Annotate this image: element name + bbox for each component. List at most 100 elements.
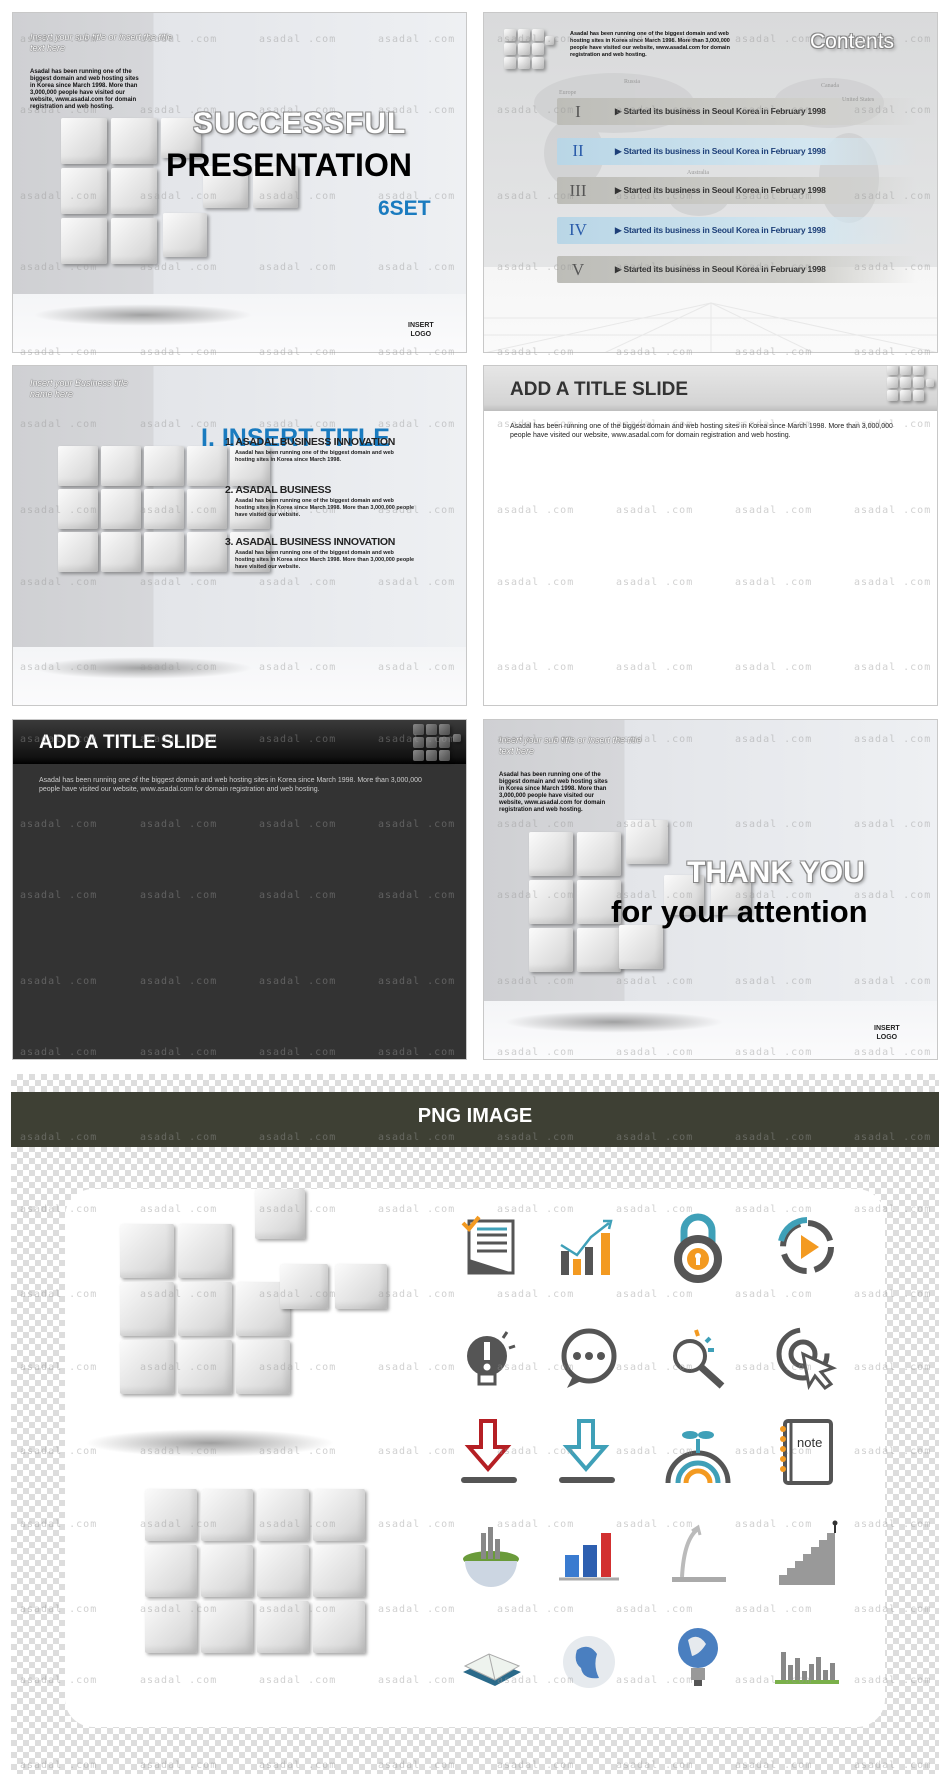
cube xyxy=(426,737,437,748)
cube xyxy=(257,1545,309,1597)
city-skyline-icon xyxy=(771,1622,843,1694)
cube xyxy=(504,29,516,41)
cube xyxy=(111,218,157,264)
slide-section[interactable]: Insert your Business title name here I. … xyxy=(12,365,467,706)
item-text: ▶ Started its business in Seoul Korea in… xyxy=(615,264,826,274)
padlock-icon xyxy=(662,1211,734,1283)
notebook-icon: note xyxy=(771,1417,843,1489)
slide-thank-you[interactable]: Insert your sub title or insert the titl… xyxy=(483,719,938,1060)
cube xyxy=(439,724,450,735)
cube xyxy=(900,366,911,375)
cube xyxy=(280,1264,328,1309)
cube xyxy=(413,724,424,735)
cube xyxy=(257,1489,309,1541)
section-item-heading: 3. ASADAL BUSINESS INNOVATION xyxy=(225,536,396,548)
city-globe-icon xyxy=(455,1519,527,1591)
map-label: Russia xyxy=(624,79,641,85)
insert-logo: INSERT LOGO xyxy=(874,1024,900,1042)
cube xyxy=(887,377,898,388)
cube xyxy=(518,29,530,41)
png-panel: note xyxy=(65,1189,885,1727)
note-label: note xyxy=(797,1435,823,1450)
cube xyxy=(145,1601,197,1653)
slide-content-light[interactable]: ADD A TITLE SLIDE Asadal has been runnin… xyxy=(483,365,938,706)
cube xyxy=(61,218,107,264)
cube xyxy=(101,489,141,529)
logo-line2: LOGO xyxy=(876,1034,898,1041)
cube xyxy=(61,118,107,164)
cube xyxy=(426,724,437,735)
3d-bar-chart-icon xyxy=(553,1519,625,1591)
cube xyxy=(504,57,516,69)
cube xyxy=(187,532,227,572)
cube xyxy=(120,1282,174,1336)
cube xyxy=(187,489,227,529)
cube xyxy=(120,1224,174,1278)
slide-paragraph: Asadal has been running one of the bigge… xyxy=(510,423,893,439)
cube xyxy=(58,489,98,529)
cube xyxy=(453,734,461,742)
section-item-heading: 2. ASADAL BUSINESS xyxy=(225,484,332,496)
cube xyxy=(201,1601,253,1653)
slide-subtitle: Insert your sub title or insert the titl… xyxy=(30,32,173,53)
contents-item[interactable]: II ▶ Started its business in Seoul Korea … xyxy=(557,137,917,165)
cube xyxy=(144,446,184,486)
slide-contents[interactable]: Asadal has been running one of the bigge… xyxy=(483,12,938,353)
cube xyxy=(900,390,911,401)
cube xyxy=(900,377,911,388)
cube xyxy=(58,446,98,486)
item-numeral: IV xyxy=(569,220,587,239)
cube xyxy=(145,1545,197,1597)
floor-shadow xyxy=(13,294,466,352)
staircase-icon xyxy=(771,1519,843,1591)
title-line1: THANK YOU xyxy=(687,856,865,889)
title-line1: SUCCESSFUL xyxy=(193,107,407,140)
cube xyxy=(163,213,207,257)
cube xyxy=(913,390,924,401)
download-red-icon xyxy=(455,1417,527,1489)
item-text: ▶ Started its business in Seoul Korea in… xyxy=(615,145,826,156)
download-blue-icon xyxy=(553,1417,625,1489)
cube xyxy=(144,532,184,572)
slide-subtitle: Insert your sub title or insert the titl… xyxy=(499,735,642,756)
cube xyxy=(335,1264,387,1309)
cube xyxy=(626,820,668,864)
contents-item[interactable]: III ▶ Started its business in Seoul Korea… xyxy=(557,177,917,204)
cube xyxy=(529,832,573,876)
contents-title: Contents xyxy=(810,30,895,53)
contents-item[interactable]: IV ▶ Started its business in Seoul Korea … xyxy=(557,216,917,244)
slide-subtitle: Insert your Business title name here xyxy=(30,378,129,399)
magnifier-icon xyxy=(662,1322,734,1394)
cube xyxy=(313,1545,365,1597)
logo-line1: INSERT xyxy=(408,322,434,329)
logo-line1: INSERT xyxy=(874,1025,900,1032)
cube xyxy=(201,1545,253,1597)
cube xyxy=(518,57,530,69)
cube xyxy=(145,1489,197,1541)
cube xyxy=(178,1340,232,1394)
cube xyxy=(619,925,663,969)
cube xyxy=(144,489,184,529)
section-item-heading: 1. ASADAL BUSINESS INNOVATION xyxy=(225,436,396,448)
cube xyxy=(413,750,424,761)
item-text: ▶ Started its business in Seoul Korea in… xyxy=(615,224,826,235)
cube xyxy=(111,168,157,214)
contents-item[interactable]: V ▶ Started its business in Seoul Korea i… xyxy=(557,256,917,283)
slide-title[interactable]: Insert your sub title or insert the titl… xyxy=(12,12,467,353)
play-circle-icon xyxy=(771,1211,843,1283)
cube xyxy=(532,57,544,69)
cube xyxy=(101,532,141,572)
slide-paragraph: Asadal has been running one of the bigge… xyxy=(39,777,422,793)
title-line2: for your attention xyxy=(611,894,868,929)
slide-content-dark[interactable]: ADD A TITLE SLIDE Asadal has been runnin… xyxy=(12,719,467,1060)
bar-chart-growth-icon xyxy=(553,1211,625,1283)
cube xyxy=(545,36,554,45)
title-line3: 6SET xyxy=(378,197,431,220)
globe-lightbulb-icon xyxy=(662,1622,734,1694)
cube xyxy=(178,1224,232,1278)
cube xyxy=(532,43,544,55)
section-item-text: Asadal has been running one of the bigge… xyxy=(235,498,415,518)
lightbulb-alert-icon xyxy=(455,1322,527,1394)
slide-paragraph: Asadal has been running one of the bigge… xyxy=(499,772,608,813)
item-numeral: III xyxy=(569,180,587,200)
